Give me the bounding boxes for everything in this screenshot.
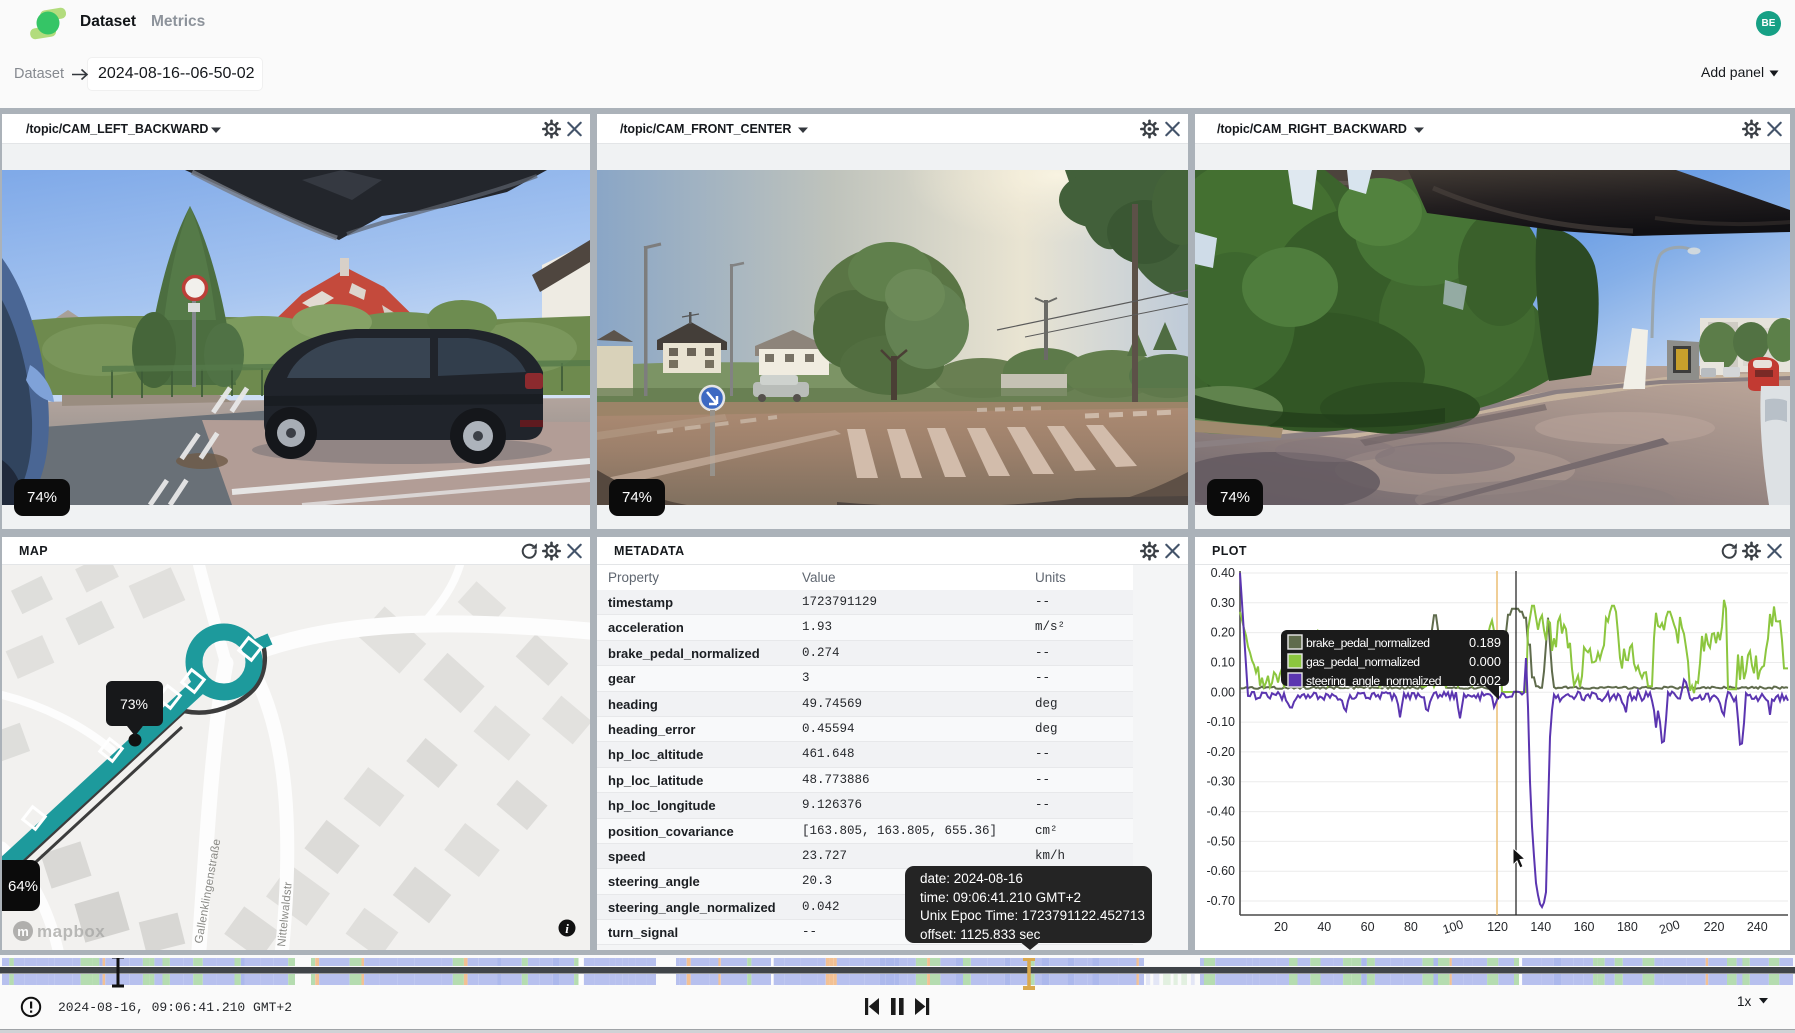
svg-text:brake_pedal_normalized: brake_pedal_normalized <box>1306 636 1430 650</box>
svg-text:-0.50: -0.50 <box>1207 834 1236 848</box>
svg-text:-0.60: -0.60 <box>1207 864 1236 878</box>
svg-text:0.00: 0.00 <box>1211 685 1235 699</box>
svg-text:0.10: 0.10 <box>1211 656 1235 670</box>
svg-text:220: 220 <box>1704 920 1725 934</box>
svg-text:0.20: 0.20 <box>1211 626 1235 640</box>
svg-text:73%: 73% <box>120 696 148 712</box>
svg-text:i: i <box>565 921 569 936</box>
svg-text:-0.70: -0.70 <box>1207 894 1236 908</box>
svg-text:20: 20 <box>1274 920 1288 934</box>
svg-text:steering_angle_normalized: steering_angle_normalized <box>1306 674 1441 688</box>
svg-text:140: 140 <box>1530 920 1551 934</box>
svg-text:-0.10: -0.10 <box>1207 715 1236 729</box>
svg-text:120: 120 <box>1487 920 1508 934</box>
svg-text:0.30: 0.30 <box>1211 596 1235 610</box>
svg-text:-0.40: -0.40 <box>1207 805 1236 819</box>
svg-text:160: 160 <box>1574 920 1595 934</box>
svg-text:0.002: 0.002 <box>1469 673 1501 688</box>
svg-text:64%: 64% <box>8 878 38 895</box>
svg-text:0.40: 0.40 <box>1211 566 1235 580</box>
svg-text:0.189: 0.189 <box>1469 635 1501 650</box>
svg-text:mapbox: mapbox <box>37 922 105 941</box>
svg-text:m: m <box>17 924 29 939</box>
svg-text:80: 80 <box>1404 920 1418 934</box>
svg-text:0.000: 0.000 <box>1469 654 1501 669</box>
svg-text:40: 40 <box>1317 920 1331 934</box>
svg-text:-0.30: -0.30 <box>1207 775 1236 789</box>
svg-text:180: 180 <box>1617 920 1638 934</box>
svg-text:-0.20: -0.20 <box>1207 745 1236 759</box>
svg-text:gas_pedal_normalized: gas_pedal_normalized <box>1306 655 1420 669</box>
svg-text:60: 60 <box>1361 920 1375 934</box>
svg-text:240: 240 <box>1747 920 1768 934</box>
